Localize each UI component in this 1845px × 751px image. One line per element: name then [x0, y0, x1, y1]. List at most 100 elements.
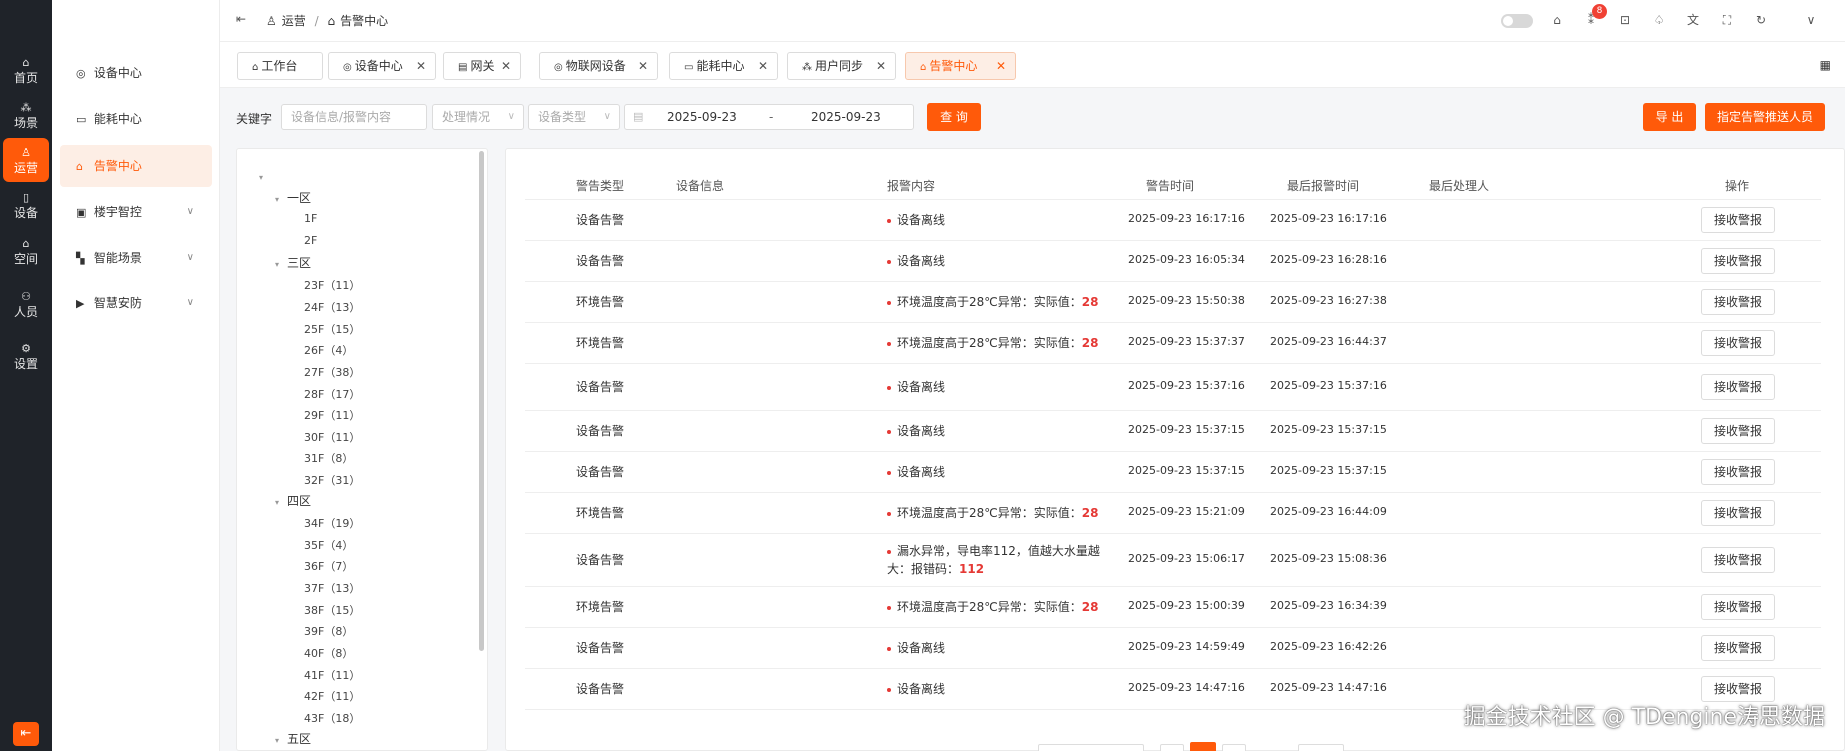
menu-item-device-center[interactable]: ◎ 设备中心: [60, 52, 212, 94]
tab-label: 设备中心: [354, 59, 403, 73]
tree-zone[interactable]: ▾ 三区: [275, 254, 311, 271]
next-page-button[interactable]: [1222, 744, 1246, 751]
tree-floor[interactable]: 31F（8）: [304, 450, 353, 466]
alarm-content: 环境温度高于28℃异常：实际值：28: [887, 334, 1117, 352]
bell-icon[interactable]: ♤: [1649, 10, 1669, 30]
tab-device-center[interactable]: ◎ 设备中心 ✕: [328, 52, 436, 80]
date-separator: -: [769, 110, 774, 124]
tree-floor[interactable]: 25F（15）: [304, 321, 360, 337]
search-button[interactable]: 查 询: [927, 103, 981, 131]
menu-item-smart-scene[interactable]: ▚ 智能场景 ∨: [60, 237, 212, 279]
receive-alarm-button[interactable]: 接收警报: [1701, 418, 1775, 444]
tree-root-toggle[interactable]: ▾: [259, 169, 271, 183]
date-start[interactable]: 2025-09-23: [667, 105, 737, 129]
translate-icon[interactable]: 文: [1683, 10, 1703, 30]
refresh-icon[interactable]: ↻: [1751, 10, 1771, 30]
receive-alarm-button[interactable]: 接收警报: [1701, 547, 1775, 573]
tree-floor[interactable]: 26F（4）: [304, 342, 353, 358]
keyword-input[interactable]: 设备信息/报警内容: [281, 104, 427, 130]
tree-floor[interactable]: 29F（11）: [304, 407, 360, 423]
tree-floor[interactable]: 2F: [304, 234, 317, 247]
device-type-select[interactable]: 设备类型 ∨: [528, 104, 620, 130]
theme-toggle[interactable]: [1501, 14, 1533, 28]
date-end[interactable]: 2025-09-23: [811, 105, 881, 129]
menu-item-smart-security[interactable]: ▶ 智慧安防 ∨: [60, 282, 212, 324]
tree-floor[interactable]: 38F（15）: [304, 602, 360, 618]
tree-floor[interactable]: 41F（11）: [304, 667, 360, 683]
tree-floor[interactable]: 40F（8）: [304, 645, 353, 661]
tree-floor[interactable]: 35F（4）: [304, 537, 353, 553]
close-icon[interactable]: ✕: [501, 53, 511, 79]
tab-alarm-center[interactable]: ⌂ 告警中心 ✕: [905, 52, 1016, 80]
tree-floor[interactable]: 27F（38）: [304, 364, 360, 380]
tree-floor[interactable]: 28F（17）: [304, 386, 360, 402]
receive-alarm-button[interactable]: 接收警报: [1701, 500, 1775, 526]
tree-zone[interactable]: ▾ 一区: [275, 189, 311, 206]
tree-floor[interactable]: 42F（11）: [304, 688, 360, 704]
tree-floor[interactable]: 30F（11）: [304, 429, 360, 445]
receive-alarm-button[interactable]: 接收警报: [1701, 374, 1775, 400]
rail-item-home[interactable]: ⌂ 首页: [3, 48, 49, 92]
lock-icon[interactable]: ⊡: [1615, 10, 1635, 30]
tree-floor[interactable]: 37F（13）: [304, 580, 360, 596]
close-icon[interactable]: ✕: [416, 53, 426, 79]
close-icon[interactable]: ✕: [876, 53, 886, 79]
rail-item-settings[interactable]: ⚙ 设置: [3, 334, 49, 378]
last-alarm-time: 2025-09-23 15:37:16: [1270, 379, 1387, 392]
tree-scrollbar[interactable]: [479, 151, 484, 651]
receive-alarm-button[interactable]: 接收警报: [1701, 594, 1775, 620]
export-button[interactable]: 导 出: [1643, 103, 1696, 131]
tree-floor[interactable]: 34F（19）: [304, 515, 360, 531]
jump-page-input[interactable]: [1298, 744, 1344, 751]
building-icon[interactable]: ⌂: [1547, 10, 1567, 30]
rail-item-space[interactable]: ⌂ 空间: [3, 229, 49, 273]
date-range-picker[interactable]: ▤ 2025-09-23 - 2025-09-23: [624, 104, 914, 130]
current-page-button[interactable]: [1190, 742, 1216, 751]
prev-page-button[interactable]: [1160, 744, 1184, 751]
last-alarm-time: 2025-09-23 16:44:09: [1270, 505, 1387, 518]
assign-push-button[interactable]: 指定告警推送人员: [1705, 103, 1825, 131]
tree-floor[interactable]: 32F（31）: [304, 472, 360, 488]
tree-floor[interactable]: 36F（7）: [304, 558, 353, 574]
menu-item-energy-center[interactable]: ▭ 能耗中心: [60, 98, 212, 140]
breadcrumb-item[interactable]: 运营: [282, 14, 306, 28]
tab-user-sync[interactable]: ⁂ 用户同步 ✕: [787, 52, 896, 80]
receive-alarm-button[interactable]: 接收警报: [1701, 289, 1775, 315]
collapse-rail-icon[interactable]: ⇤: [13, 722, 39, 746]
menu-item-alarm-center[interactable]: ⌂ 告警中心: [60, 145, 212, 187]
menu-item-building-control[interactable]: ▣ 楼宇智控 ∨: [60, 191, 212, 233]
rail-item-scene[interactable]: ⁂ 场景: [3, 93, 49, 137]
receive-alarm-button[interactable]: 接收警报: [1701, 207, 1775, 233]
notification-icon[interactable]: ⁑ 8: [1581, 4, 1607, 30]
close-icon[interactable]: ✕: [638, 53, 648, 79]
receive-alarm-button[interactable]: 接收警报: [1701, 459, 1775, 485]
tree-floor[interactable]: 39F（8）: [304, 623, 353, 639]
grid-menu-icon[interactable]: ▦: [1820, 58, 1831, 72]
tree-floor[interactable]: 24F（13）: [304, 299, 360, 315]
rail-item-operations[interactable]: ♙ 运营: [3, 138, 49, 182]
device-icon: ▯: [22, 191, 30, 204]
tree-floor[interactable]: 23F（11）: [304, 277, 360, 293]
tree-floor[interactable]: 43F（18）: [304, 710, 360, 726]
tab-energy-center[interactable]: ▭ 能耗中心 ✕: [669, 52, 778, 80]
tree-zone[interactable]: ▾ 五区: [275, 730, 311, 747]
tab-gateway[interactable]: ▤ 网关 ✕: [443, 52, 521, 80]
close-icon[interactable]: ✕: [758, 53, 768, 79]
rail-item-people[interactable]: ⚇ 人员: [3, 282, 49, 326]
chevron-down-icon[interactable]: ∨: [1801, 10, 1821, 30]
page-size-select[interactable]: [1038, 744, 1144, 751]
collapse-menu-icon[interactable]: ⇤: [236, 12, 246, 26]
status-select[interactable]: 处理情况 ∨: [432, 104, 524, 130]
receive-alarm-button[interactable]: 接收警报: [1701, 248, 1775, 274]
receive-alarm-button[interactable]: 接收警报: [1701, 330, 1775, 356]
tree-floor[interactable]: 1F: [304, 212, 317, 225]
fullscreen-icon[interactable]: ⛶: [1717, 10, 1737, 30]
close-icon[interactable]: ✕: [996, 53, 1006, 79]
rail-label: 人员: [13, 305, 38, 319]
receive-alarm-button[interactable]: 接收警报: [1701, 635, 1775, 661]
tab-iot-devices[interactable]: ◎ 物联网设备 ✕: [539, 52, 658, 80]
tab-workbench[interactable]: ⌂ 工作台: [237, 52, 323, 80]
tree-zone[interactable]: ▾ 四区: [275, 492, 311, 509]
rail-item-device[interactable]: ▯ 设备: [3, 183, 49, 227]
menu-label: 楼宇智控: [93, 205, 142, 219]
